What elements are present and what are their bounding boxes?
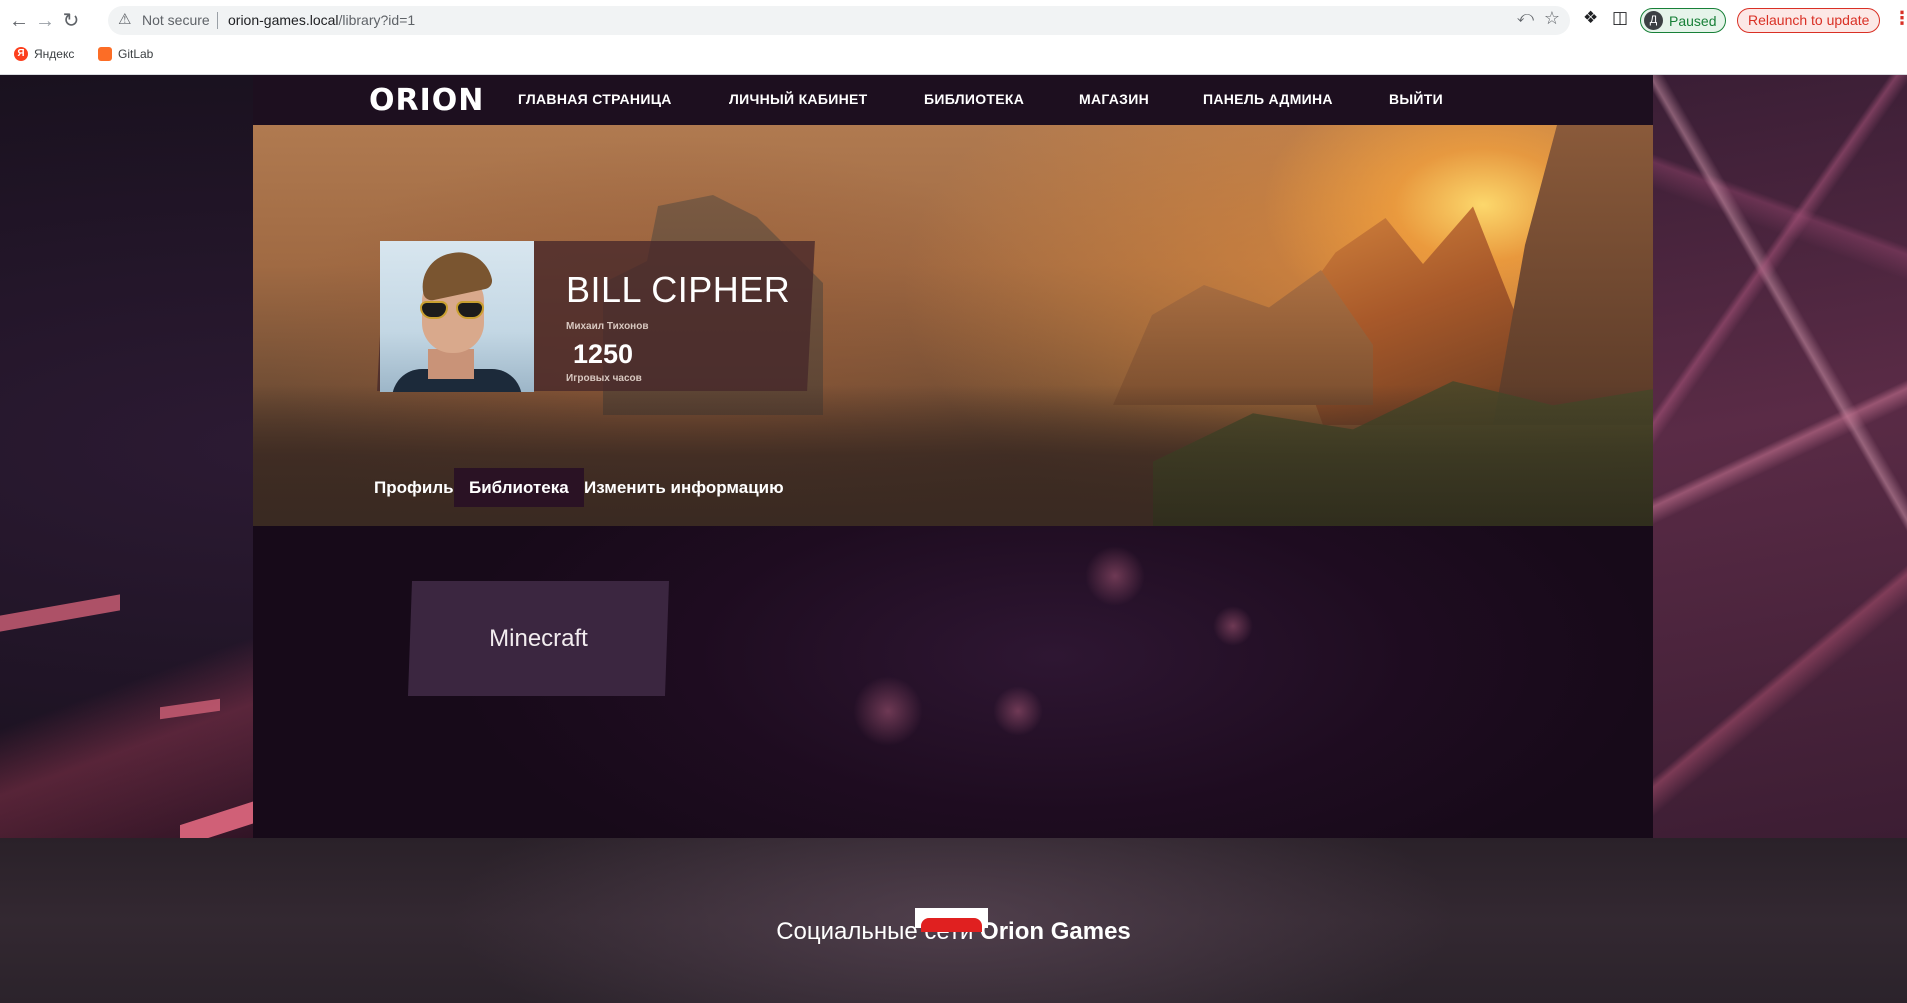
profile-status: Paused xyxy=(1669,12,1717,29)
avatar xyxy=(380,241,534,392)
nav-admin[interactable]: ПАНЕЛЬ АДМИНА xyxy=(1203,91,1333,107)
bookmark-yandex[interactable]: Я Яндекс xyxy=(14,47,74,61)
game-title[interactable]: Minecraft xyxy=(410,581,667,696)
nav-store[interactable]: МАГАЗИН xyxy=(1079,91,1149,107)
profile-username: BILL CIPHER xyxy=(566,269,791,310)
site-navbar: ORION ГЛАВНАЯ СТРАНИЦА ЛИЧНЫЙ КАБИНЕТ БИ… xyxy=(253,75,1653,125)
back-icon[interactable]: ← xyxy=(6,8,32,34)
nav-logout[interactable]: ВЫЙТИ xyxy=(1389,91,1443,107)
yandex-icon: Я xyxy=(14,47,28,61)
background-glow xyxy=(1085,546,1145,606)
extensions-icon[interactable]: ❖ xyxy=(1583,8,1598,28)
bookmarks-bar: Я Яндекс GitLab xyxy=(0,44,1907,68)
menu-icon[interactable]: ⋮ xyxy=(1893,8,1907,29)
nav-home[interactable]: ГЛАВНАЯ СТРАНИЦА xyxy=(518,91,672,107)
background-decoration-right xyxy=(1653,75,1907,838)
profile-avatar: Д xyxy=(1644,11,1663,30)
address-bar[interactable]: ⚠ Not secure orion-games.local/library?i… xyxy=(108,6,1570,35)
bookmark-star-icon[interactable]: ☆ xyxy=(1544,8,1560,29)
side-panel-icon[interactable]: ◫ xyxy=(1612,8,1628,28)
forward-icon[interactable]: → xyxy=(32,8,58,34)
warning-icon: ⚠ xyxy=(118,11,132,28)
reload-icon[interactable]: ↻ xyxy=(58,8,84,34)
share-icon[interactable]: ⤺ xyxy=(1517,9,1534,27)
tab-library[interactable]: Библиотека xyxy=(454,468,584,507)
profile-hours-label: Игровых часов xyxy=(566,373,642,384)
profile-button[interactable]: Д Paused xyxy=(1640,8,1727,33)
background-glow xyxy=(1213,606,1253,646)
profile-real-name: Михаил Тихонов xyxy=(566,321,649,332)
profile-hours-value: 1250 xyxy=(573,339,634,369)
background-decoration-left xyxy=(0,595,253,838)
security-label: Not secure xyxy=(142,12,210,28)
gitlab-icon xyxy=(98,47,112,61)
browser-toolbar: ← → ↻ ⚠ Not secure orion-games.local/lib… xyxy=(0,0,1907,40)
page: ORION ГЛАВНАЯ СТРАНИЦА ЛИЧНЫЙ КАБИНЕТ БИ… xyxy=(0,75,1907,1003)
url-text[interactable]: orion-games.local/library?id=1 xyxy=(228,12,415,28)
bookmark-label: Яндекс xyxy=(34,47,75,61)
bookmark-gitlab[interactable]: GitLab xyxy=(98,47,153,61)
relaunch-button[interactable]: Relaunch to update xyxy=(1737,8,1881,33)
background-glow xyxy=(993,686,1043,736)
tab-edit-info[interactable]: Изменить информацию xyxy=(569,468,799,507)
browser-chrome: ← → ↻ ⚠ Not secure orion-games.local/lib… xyxy=(0,0,1907,75)
profile-banner: BILL CIPHER Михаил Тихонов 1250 Игровых … xyxy=(253,125,1653,526)
nav-library[interactable]: БИБЛИОТЕКА xyxy=(924,91,1024,107)
youtube-icon[interactable] xyxy=(915,908,988,932)
tab-profile[interactable]: Профиль xyxy=(359,468,469,507)
banner-rock xyxy=(1493,125,1653,425)
nav-account[interactable]: ЛИЧНЫЙ КАБИНЕТ xyxy=(729,91,867,107)
library-content: Minecraft xyxy=(253,526,1653,838)
site-logo[interactable]: ORION xyxy=(369,83,484,118)
bookmark-label: GitLab xyxy=(118,47,154,61)
background-glow xyxy=(853,676,923,746)
omnibox-divider xyxy=(217,12,218,29)
